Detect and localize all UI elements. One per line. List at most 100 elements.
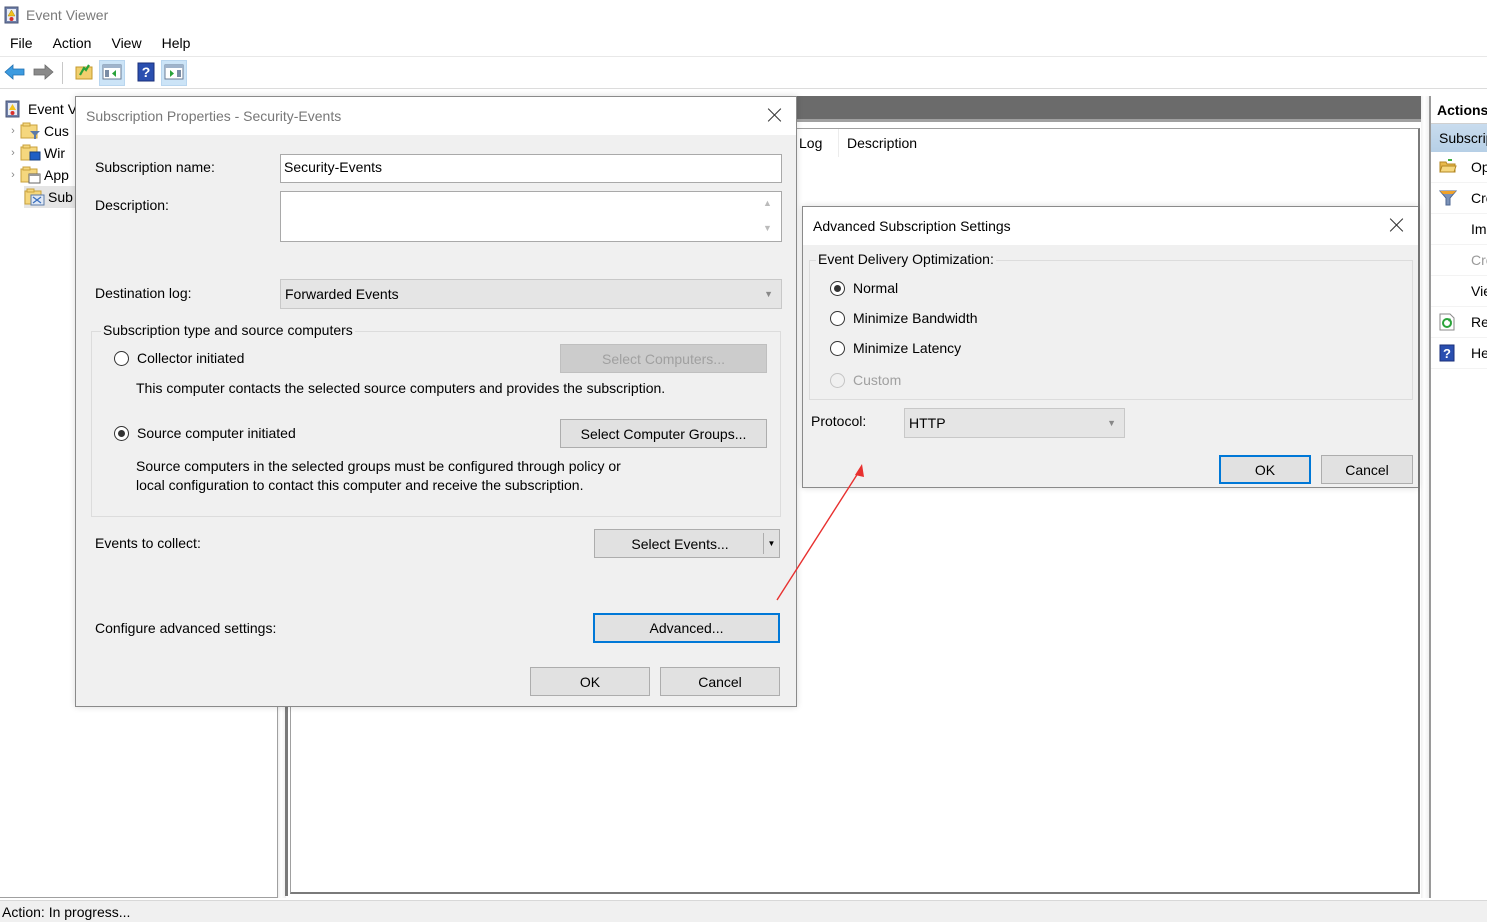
column-header-description[interactable]: Description [839, 129, 1039, 157]
tree-item-windows-logs[interactable]: › Wir [6, 142, 65, 164]
action-label: Op [1471, 159, 1487, 175]
events-to-collect-label: Events to collect: [95, 535, 201, 551]
scroll-down-icon[interactable]: ▼ [763, 223, 772, 233]
close-icon[interactable] [1388, 216, 1406, 234]
radio-circle [830, 340, 845, 356]
normal-radio[interactable]: Normal [830, 280, 898, 296]
refresh-icon [1439, 313, 1457, 331]
radio-circle [830, 310, 845, 326]
subscription-name-field[interactable]: Security-Events [280, 154, 782, 183]
forward-arrow-icon [32, 63, 54, 83]
actions-section-subscriptions[interactable]: Subscriptions [1431, 124, 1487, 152]
radio-label: Minimize Bandwidth [853, 310, 978, 326]
actions-title: Actions [1431, 96, 1487, 124]
tree-item-custom-views[interactable]: › Cus [6, 120, 69, 142]
source-description-line1: Source computers in the selected groups … [136, 458, 621, 474]
up-folder-icon [74, 63, 94, 84]
source-initiated-radio[interactable]: Source computer initiated [114, 425, 296, 441]
windows-logs-folder-icon [20, 144, 41, 162]
dropdown-arrow-icon[interactable]: ▼ [763, 533, 779, 554]
protocol-select[interactable]: HTTP ▼ [904, 408, 1125, 438]
svg-text:?: ? [1443, 346, 1451, 361]
status-bar: Action: In progress... [0, 900, 1487, 922]
source-description-line2: local configuration to contact this comp… [136, 477, 584, 493]
minimize-bandwidth-radio[interactable]: Minimize Bandwidth [830, 310, 978, 326]
select-computer-groups-button[interactable]: Select Computer Groups... [560, 419, 767, 448]
subscription-type-group-label: Subscription type and source computers [101, 322, 355, 338]
collector-description: This computer contacts the selected sour… [136, 380, 666, 396]
toolbar: ? [0, 58, 1487, 89]
blank-icon [1439, 282, 1457, 300]
dialog-titlebar: Advanced Subscription Settings [803, 207, 1418, 245]
cancel-button[interactable]: Cancel [660, 667, 780, 696]
advanced-button[interactable]: Advanced... [593, 613, 780, 643]
scroll-up-icon[interactable]: ▲ [763, 198, 772, 208]
advanced-settings-dialog: Advanced Subscription Settings Event Del… [802, 206, 1418, 488]
action-pane-toggle-button[interactable] [161, 60, 187, 86]
radio-label: Normal [853, 280, 899, 296]
tree-item-event-viewer[interactable]: Event V [4, 98, 77, 120]
select-computers-button[interactable]: Select Computers... [560, 344, 767, 373]
chevron-right-icon[interactable]: › [6, 169, 20, 181]
description-label: Description: [95, 197, 169, 213]
collector-initiated-radio[interactable]: Collector initiated [114, 350, 244, 366]
ok-button[interactable]: OK [530, 667, 650, 696]
app-logs-folder-icon [20, 166, 41, 184]
select-events-button[interactable]: Select Events... ▼ [594, 529, 780, 558]
menu-help[interactable]: Help [152, 30, 201, 57]
description-field[interactable] [280, 191, 782, 242]
event-viewer-icon [4, 100, 24, 118]
right-splitter[interactable] [1421, 96, 1429, 898]
custom-radio[interactable]: Custom [830, 372, 901, 388]
radio-circle [830, 372, 845, 388]
action-label: He [1471, 345, 1487, 361]
actions-pane: Actions Subscriptions Op Cre Im Cre Vie … [1429, 96, 1487, 898]
radio-label: Collector initiated [137, 350, 245, 366]
up-folder-button[interactable] [71, 60, 97, 86]
chevron-right-icon[interactable]: › [6, 125, 20, 137]
tree-item-label: Event V [28, 101, 78, 117]
menu-view[interactable]: View [101, 30, 151, 57]
filter-icon [1438, 189, 1458, 207]
help-button[interactable]: ? [133, 60, 159, 86]
radio-label: Source computer initiated [137, 425, 296, 441]
open-folder-icon [1439, 158, 1457, 176]
chevron-right-icon[interactable]: › [6, 147, 20, 159]
console-tree-icon [102, 64, 122, 83]
advanced-cancel-button[interactable]: Cancel [1321, 455, 1413, 484]
tree-item-label: Cus [44, 123, 69, 139]
advanced-ok-button[interactable]: OK [1219, 455, 1311, 484]
protocol-label: Protocol: [811, 413, 867, 429]
toolbar-separator [62, 62, 63, 84]
action-refresh[interactable]: Re [1431, 307, 1487, 338]
close-icon[interactable] [766, 106, 784, 124]
action-help[interactable]: ? He [1431, 338, 1487, 369]
chevron-down-icon: ▼ [764, 289, 773, 299]
forward-button[interactable] [30, 60, 56, 86]
dialog-title: Advanced Subscription Settings [813, 218, 1011, 234]
tree-item-app-services-logs[interactable]: › App [6, 164, 69, 186]
action-label: Vie [1471, 283, 1487, 299]
radio-label: Custom [853, 372, 902, 388]
destination-log-label: Destination log: [95, 285, 192, 301]
action-import-custom-view[interactable]: Im [1431, 214, 1487, 245]
protocol-value: HTTP [909, 415, 946, 431]
action-open-saved-log[interactable]: Op [1431, 152, 1487, 183]
menu-file[interactable]: File [0, 30, 43, 57]
menu-action[interactable]: Action [43, 30, 102, 57]
minimize-latency-radio[interactable]: Minimize Latency [830, 340, 961, 356]
action-view[interactable]: Vie [1431, 276, 1487, 307]
chevron-down-icon: ▼ [1107, 418, 1116, 428]
dialog-title: Subscription Properties - Security-Event… [86, 108, 342, 124]
action-create-subscription[interactable]: Cre [1431, 245, 1487, 276]
delivery-optimization-label: Event Delivery Optimization: [816, 251, 996, 267]
destination-log-select[interactable]: Forwarded Events ▼ [280, 279, 782, 309]
console-tree-toggle-button[interactable] [99, 60, 125, 86]
window-titlebar: Event Viewer [0, 0, 1487, 30]
column-header-log[interactable]: Log [791, 129, 839, 157]
back-button[interactable] [2, 60, 28, 86]
blank-icon [1439, 251, 1457, 269]
action-create-custom-view[interactable]: Cre [1431, 183, 1487, 214]
subscription-properties-dialog: Subscription Properties - Security-Event… [75, 96, 797, 707]
radio-circle [830, 280, 845, 296]
